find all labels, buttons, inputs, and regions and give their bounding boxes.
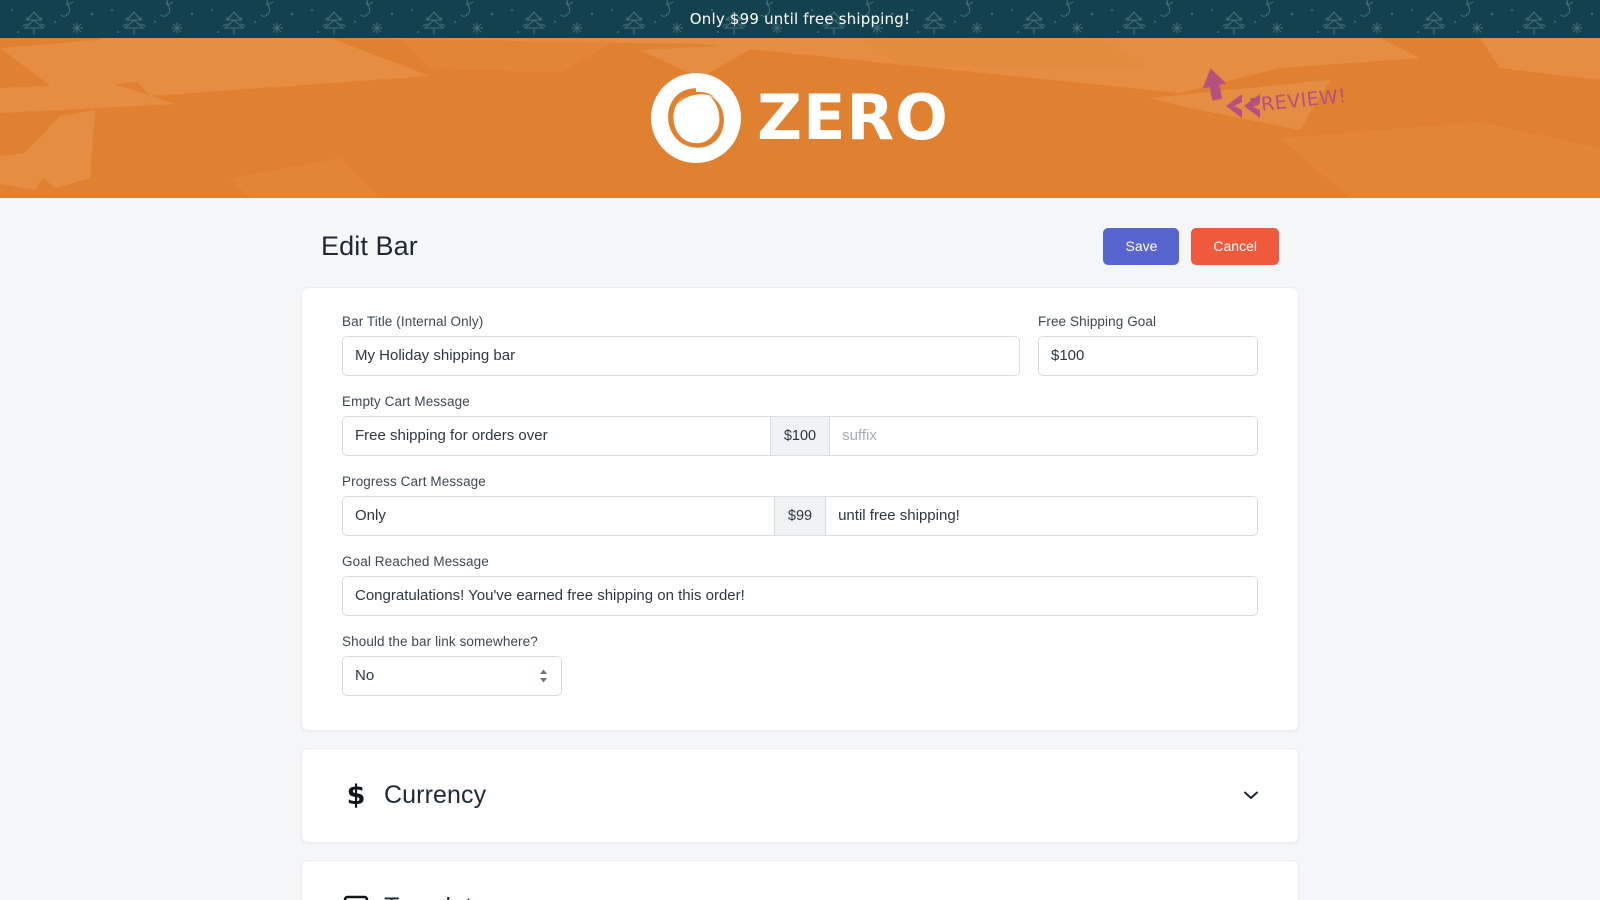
template-section-title: Template	[384, 893, 486, 900]
progress-cart-amount-addon: $99	[774, 496, 826, 536]
bar-title-label: Bar Title (Internal Only)	[342, 314, 1020, 329]
preview-announcement-bar: Only $99 until free shipping!	[0, 0, 1600, 38]
goal-reached-message-field-group: Goal Reached Message	[342, 554, 1258, 616]
bar-link-label: Should the bar link somewhere?	[342, 634, 562, 649]
page-title: Edit Bar	[321, 231, 418, 262]
columns-layout-icon	[342, 894, 370, 900]
bar-title-input[interactable]	[342, 336, 1020, 376]
empty-cart-message-input-group: $100	[342, 416, 1258, 456]
dollar-sign-icon: $	[342, 782, 370, 809]
bar-link-select[interactable]: No	[342, 656, 562, 696]
free-shipping-goal-field-group: Free Shipping Goal	[1038, 314, 1258, 376]
progress-cart-message-row: Progress Cart Message $99	[342, 474, 1258, 536]
progress-cart-message-input-group: $99	[342, 496, 1258, 536]
zero-circle-logo-icon	[651, 73, 741, 163]
template-accordion-header[interactable]: Template	[302, 861, 1298, 900]
preview-bar-message: Only $99 until free shipping!	[690, 10, 910, 28]
progress-cart-message-field-group: Progress Cart Message $99	[342, 474, 1258, 536]
empty-cart-message-field-group: Empty Cart Message $100	[342, 394, 1258, 456]
cancel-button[interactable]: Cancel	[1191, 228, 1279, 265]
bar-link-row: Should the bar link somewhere? No	[342, 634, 1258, 696]
progress-cart-prefix-input[interactable]	[342, 496, 774, 536]
title-and-goal-row: Bar Title (Internal Only) Free Shipping …	[342, 314, 1258, 376]
empty-cart-prefix-input[interactable]	[342, 416, 770, 456]
brand-wordmark: ZERO	[757, 87, 949, 149]
bar-settings-form: Bar Title (Internal Only) Free Shipping …	[302, 288, 1298, 730]
bar-title-field-group: Bar Title (Internal Only)	[342, 314, 1020, 376]
empty-cart-message-row: Empty Cart Message $100	[342, 394, 1258, 456]
template-section-card: Template	[301, 860, 1299, 900]
free-shipping-goal-label: Free Shipping Goal	[1038, 314, 1258, 329]
chevron-down-icon[interactable]	[1244, 791, 1258, 800]
empty-cart-suffix-input[interactable]	[830, 416, 1258, 456]
preview-mode-flag: PREVIEW!	[1196, 66, 1366, 128]
currency-accordion-header[interactable]: $ Currency	[302, 749, 1298, 842]
bar-link-select-wrap[interactable]: No	[342, 656, 562, 696]
empty-cart-message-label: Empty Cart Message	[342, 394, 1258, 409]
bar-settings-card: Bar Title (Internal Only) Free Shipping …	[301, 287, 1299, 731]
store-hero-banner: ZERO PREVIEW!	[0, 38, 1600, 198]
goal-reached-message-input[interactable]	[342, 576, 1258, 616]
currency-section-card: $ Currency	[301, 748, 1299, 843]
progress-cart-suffix-input[interactable]	[826, 496, 1258, 536]
header-actions: Save Cancel	[1103, 228, 1279, 265]
empty-cart-amount-addon: $100	[770, 416, 830, 456]
save-button[interactable]: Save	[1103, 228, 1179, 265]
currency-section-title: Currency	[384, 781, 486, 810]
goal-reached-message-label: Goal Reached Message	[342, 554, 1258, 569]
free-shipping-goal-input[interactable]	[1038, 336, 1258, 376]
page-header: Edit Bar Save Cancel	[301, 198, 1299, 287]
bar-link-field-group: Should the bar link somewhere? No	[342, 634, 562, 696]
admin-page-body: Edit Bar Save Cancel Bar Title (Internal…	[0, 198, 1600, 900]
content-container: Edit Bar Save Cancel Bar Title (Internal…	[301, 198, 1299, 900]
goal-reached-message-row: Goal Reached Message	[342, 554, 1258, 616]
progress-cart-message-label: Progress Cart Message	[342, 474, 1258, 489]
